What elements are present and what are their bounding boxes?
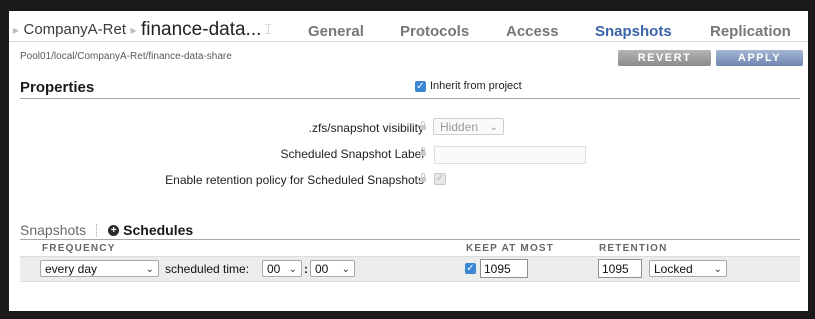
plus-circle-icon[interactable]: +: [108, 224, 120, 236]
tab-protocols[interactable]: Protocols: [400, 23, 469, 40]
scheduled-label-label: Scheduled Snapshot Label: [280, 147, 424, 161]
subtab-snapshots[interactable]: Snapshots: [20, 222, 86, 238]
retention-lock-value: Locked: [654, 262, 693, 276]
frequency-value: every day: [45, 262, 98, 276]
chevron-right-icon: ▸: [13, 23, 20, 37]
properties-heading: Properties: [20, 79, 95, 96]
chevron-down-icon: ⌄: [145, 264, 154, 275]
retention-lock-select[interactable]: Locked ⌄: [649, 260, 727, 277]
zfs-visibility-label: .zfs/snapshot visibility: [308, 121, 424, 135]
revert-button[interactable]: REVERT: [618, 50, 711, 66]
subtab-schedules[interactable]: Schedules: [123, 222, 193, 238]
lock-icon: [420, 173, 426, 182]
breadcrumb-project[interactable]: CompanyA-Ret: [23, 21, 126, 38]
hour-select[interactable]: 00 ⌄: [262, 260, 302, 277]
schedules-divider: [20, 239, 800, 240]
chevron-down-icon: ⌄: [489, 122, 498, 133]
keep-at-most-input[interactable]: 1095: [480, 259, 528, 278]
column-keep-at-most: KEEP AT MOST: [466, 243, 555, 254]
chevron-down-icon: ⌄: [288, 264, 297, 275]
properties-divider: [20, 98, 800, 99]
app-window: ▸ CompanyA-Ret ▸ finance-data... 𝙸 Genera…: [9, 11, 808, 311]
breadcrumb-share-name[interactable]: finance-data...: [141, 19, 261, 40]
text-cursor-icon: 𝙸: [263, 21, 274, 37]
chevron-right-icon: ▸: [130, 23, 137, 37]
inherit-label: Inherit from project: [430, 80, 522, 92]
inherit-from-project[interactable]: ✓ Inherit from project: [415, 80, 522, 92]
minute-value: 00: [315, 262, 329, 276]
scheduled-label-input[interactable]: [434, 146, 586, 164]
frequency-select[interactable]: every day ⌄: [40, 260, 159, 277]
subtab-divider: [96, 223, 98, 237]
snapshot-subtabs: Snapshots + Schedules: [20, 222, 193, 238]
tab-general[interactable]: General: [308, 23, 364, 40]
inherit-checkbox-icon[interactable]: ✓: [415, 80, 426, 92]
zfs-visibility-value: Hidden: [440, 120, 479, 134]
minute-select[interactable]: 00 ⌄: [310, 260, 355, 277]
keep-at-most-checkbox-icon[interactable]: ✓: [465, 263, 476, 274]
share-path: Pool01/local/CompanyA-Ret/finance-data-s…: [20, 51, 232, 62]
lock-icon: [420, 121, 426, 130]
apply-button[interactable]: APPLY: [716, 50, 803, 66]
header-bar: ▸ CompanyA-Ret ▸ finance-data... 𝙸 Genera…: [9, 11, 808, 42]
tab-snapshots[interactable]: Snapshots: [595, 23, 672, 40]
retention-policy-label: Enable retention policy for Scheduled Sn…: [165, 173, 424, 187]
hour-value: 00: [267, 262, 281, 276]
chevron-down-icon: ⌄: [713, 264, 722, 275]
time-separator: :: [304, 262, 308, 276]
scheduled-time-label: scheduled time:: [165, 262, 250, 276]
column-frequency: FREQUENCY: [42, 243, 116, 254]
breadcrumb: ▸ CompanyA-Ret ▸ finance-data... 𝙸: [13, 18, 273, 40]
zfs-visibility-select[interactable]: Hidden ⌄: [433, 118, 504, 135]
column-retention: RETENTION: [599, 243, 668, 254]
lock-icon: [420, 147, 426, 156]
retention-policy-checkbox-icon[interactable]: ✓: [434, 173, 446, 185]
tab-access[interactable]: Access: [506, 23, 559, 40]
tab-replication[interactable]: Replication: [710, 23, 791, 40]
chevron-down-icon: ⌄: [341, 264, 350, 275]
retention-input[interactable]: 1095: [598, 259, 642, 278]
